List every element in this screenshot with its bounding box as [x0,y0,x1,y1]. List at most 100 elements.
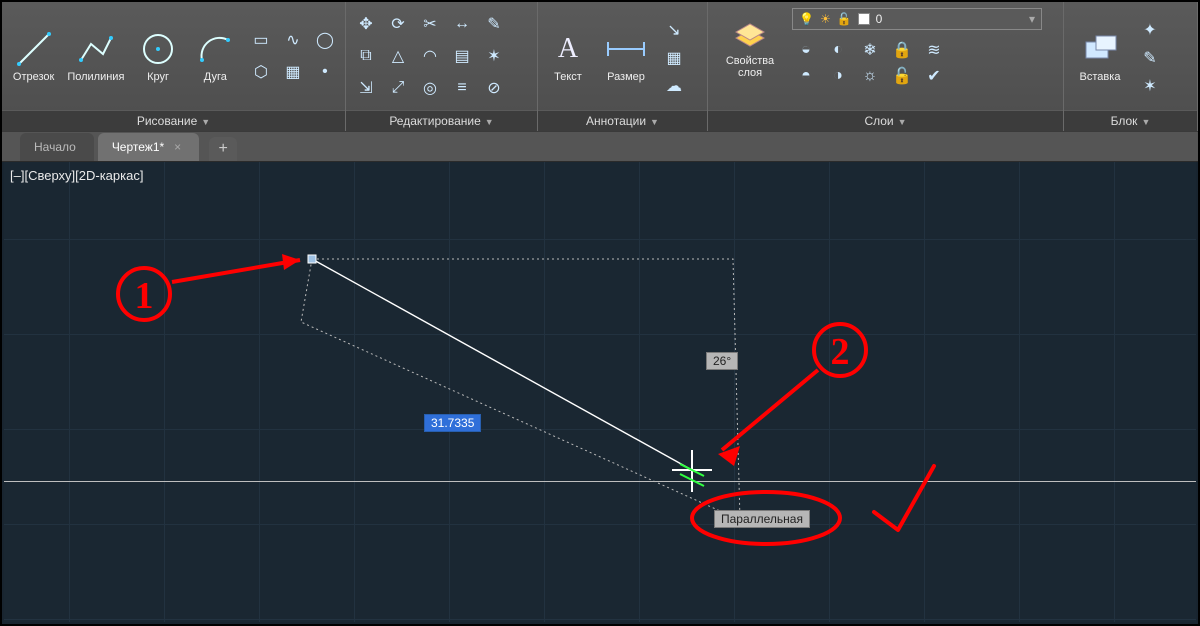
layer-selector[interactable]: 💡 ☀ 🔓 0 ▾ [792,8,1042,30]
spline-icon[interactable]: ∿ [279,26,307,54]
layfrz-icon[interactable]: ❄ [856,36,884,64]
drawing-canvas[interactable]: [–][Сверху][2D-каркас] 31.7335 26° Парал… [4,162,1196,622]
move-icon[interactable]: ✥ [352,10,380,38]
tool-arc-label: Дуга [204,71,227,83]
tool-text[interactable]: A Текст [544,29,592,83]
array-icon[interactable]: ▤ [448,42,476,70]
red-annotations: 1 2 [4,162,1196,622]
panel-block-title[interactable]: Блок▼ [1064,110,1197,131]
polyline-icon [76,29,116,69]
chevron-down-icon: ▾ [1029,12,1035,26]
close-icon[interactable]: × [174,140,181,154]
tab-drawing[interactable]: Чертеж1* × [98,133,199,161]
mirror-icon[interactable]: △ [384,42,412,70]
plus-icon: + [219,140,228,158]
panel-draw-title[interactable]: Рисование▼ [2,110,345,131]
tool-line[interactable]: Отрезок [8,29,59,83]
layer-props-icon [730,13,770,53]
layer-name: 0 [876,12,883,26]
tool-text-label: Текст [554,71,582,83]
layer-tools: ◒ ◐ ❄ 🔒 ≋ ◓ ◑ ☼ 🔓 ✔ [792,36,1042,84]
trim-icon[interactable]: ✂ [416,10,444,38]
ribbon: Отрезок Полилиния Круг Дуга [2,2,1198,132]
document-tabs: Начало Чертеж1* × + [2,132,1198,162]
distance-input[interactable]: 31.7335 [424,414,481,432]
offset-icon[interactable]: ◎ [416,74,444,102]
tool-insert[interactable]: Вставка [1070,29,1130,83]
fillet-icon[interactable]: ◠ [416,42,444,70]
tool-dim[interactable]: Размер [598,29,654,83]
laylock-icon[interactable]: 🔒 [888,36,916,64]
tool-arc[interactable]: Дуга [190,29,241,83]
panel-anno: A Текст Размер ↘ ▦ ☁ Аннотации▼ [538,2,708,131]
layuniso-icon[interactable]: ◑ [824,62,852,90]
color-swatch [858,13,870,25]
ellipse-icon[interactable]: ◯ [311,26,339,54]
panel-edit-title-text: Редактирование [389,114,480,128]
panel-edit-title[interactable]: Редактирование▼ [346,110,537,131]
polygon-icon[interactable]: ⬡ [247,58,275,86]
viewport-label[interactable]: [–][Сверху][2D-каркас] [10,168,143,183]
layer-props[interactable]: Свойства слоя [718,13,782,79]
table-icon[interactable]: ▦ [660,44,688,72]
tab-home[interactable]: Начало [20,133,94,161]
tool-insert-label: Вставка [1080,71,1121,83]
edit-grid: ✥ ⟳ ✂ ↔ ✎ ⧉ △ ◠ ▤ ✶ ⇲ ⤢ ◎ ≡ ⊘ [352,10,508,102]
cloud-icon[interactable]: ☁ [660,72,688,100]
draw-small-grid: ▭ ∿ ◯ ⬡ ▦ • [247,26,339,86]
insert-icon [1080,29,1120,69]
copy-icon[interactable]: ⧉ [352,42,380,70]
layon-icon[interactable]: ◓ [792,62,820,90]
rotate-icon[interactable]: ⟳ [384,10,412,38]
layunlock-icon[interactable]: 🔓 [888,62,916,90]
panel-draw: Отрезок Полилиния Круг Дуга [2,2,346,131]
panel-anno-title-text: Аннотации [586,114,646,128]
text-icon: A [548,29,588,69]
bulb-icon: 💡 [799,12,814,26]
point-icon[interactable]: • [311,58,339,86]
tool-polyline[interactable]: Полилиния [65,29,126,83]
hatch-icon[interactable]: ▦ [279,58,307,86]
sun-icon: ☀ [820,12,831,26]
panel-layers-title[interactable]: Слои▼ [708,110,1063,131]
angle-display: 26° [706,352,738,370]
erase-icon[interactable]: ✎ [480,10,508,38]
line-icon [14,29,54,69]
panel-edit: ✥ ⟳ ✂ ↔ ✎ ⧉ △ ◠ ▤ ✶ ⇲ ⤢ ◎ ≡ ⊘ Редактиров… [346,2,538,131]
layiso-icon[interactable]: ◐ [824,36,852,64]
stretch-icon[interactable]: ⇲ [352,74,380,102]
leader-icon[interactable]: ↘ [660,16,688,44]
distance-value: 31.7335 [431,416,474,430]
laymatch-icon[interactable]: ≋ [920,36,948,64]
rect-icon[interactable]: ▭ [247,26,275,54]
tool-polyline-label: Полилиния [67,71,124,83]
svg-text:1: 1 [135,275,154,317]
scale-icon[interactable]: ⤢ [384,74,412,102]
snap-tooltip-text: Параллельная [721,512,803,526]
layoff-icon[interactable]: ◒ [792,36,820,64]
panel-layers: Свойства слоя 💡 ☀ 🔓 0 ▾ ◒ ◐ ❄ [708,2,1064,131]
horizontal-guide [4,481,1196,482]
attr-icon[interactable]: ✶ [1136,72,1164,100]
tool-circle-label: Круг [147,71,169,83]
edit-block-icon[interactable]: ✎ [1136,44,1164,72]
layer-props-label: Свойства слоя [726,55,774,79]
geometry-overlay [4,162,1196,622]
panel-block-title-text: Блок [1111,114,1138,128]
new-tab-button[interactable]: + [209,137,237,161]
angle-value: 26° [713,354,731,368]
panel-block: Вставка ✦ ✎ ✶ Блок▼ [1064,2,1198,131]
tool-circle[interactable]: Круг [132,29,183,83]
align-icon[interactable]: ≡ [448,74,476,102]
panel-draw-title-text: Рисование [137,114,197,128]
tab-drawing-label: Чертеж1* [112,140,164,154]
extend-icon[interactable]: ↔ [448,10,476,38]
panel-anno-title[interactable]: Аннотации▼ [538,110,707,131]
explode-icon[interactable]: ✶ [480,42,508,70]
break-icon[interactable]: ⊘ [480,74,508,102]
laythw-icon[interactable]: ☼ [856,62,884,90]
create-block-icon[interactable]: ✦ [1136,16,1164,44]
laycur-icon[interactable]: ✔ [920,62,948,90]
circle-icon [138,29,178,69]
tab-home-label: Начало [34,140,76,154]
